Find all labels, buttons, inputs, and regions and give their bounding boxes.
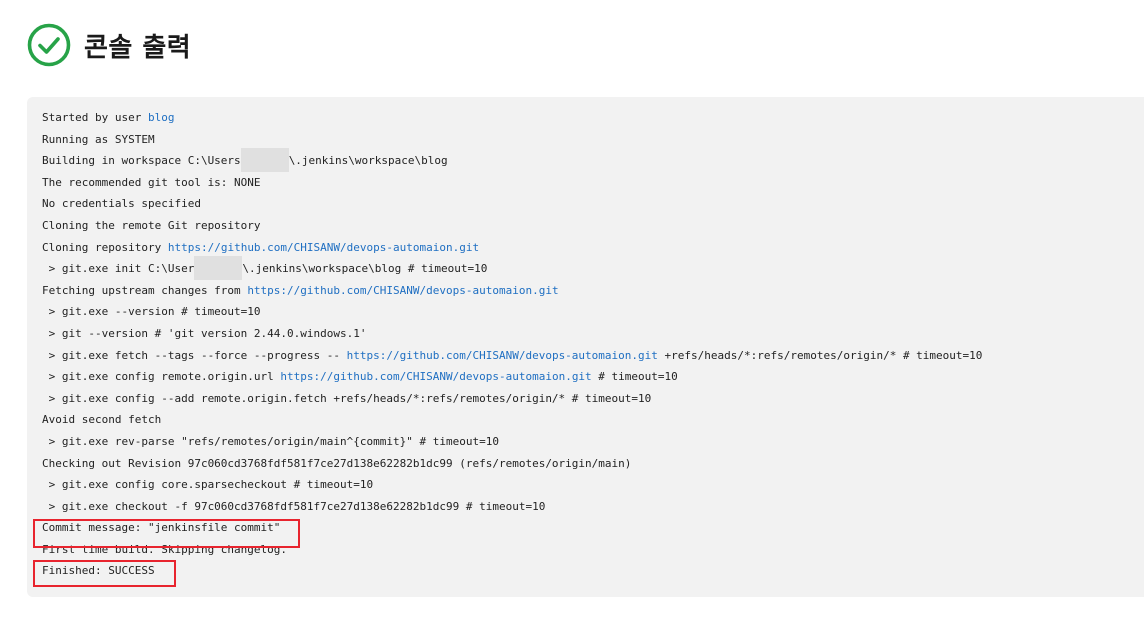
console-line: > git.exe fetch --tags --force --progres…: [42, 345, 1144, 367]
console-text: > git.exe fetch --tags --force --progres…: [42, 348, 347, 362]
check-circle-icon: [27, 23, 71, 67]
console-text: Cloning repository: [42, 240, 168, 254]
console-link[interactable]: https://github.com/CHISANW/devops-automa…: [247, 284, 558, 297]
console-text: No credentials specified: [42, 197, 201, 211]
console-text: > git --version # 'git version 2.44.0.wi…: [42, 326, 367, 340]
console-text: Finished: SUCCESS: [42, 564, 155, 578]
console-line: > git.exe rev-parse "refs/remotes/origin…: [42, 431, 1144, 453]
console-text: Fetching upstream changes from: [42, 283, 248, 297]
console-line: Checking out Revision 97c060cd3768fdf581…: [42, 453, 1144, 475]
console-text: # timeout=10: [591, 370, 678, 384]
redacted-block: [194, 255, 243, 280]
console-text: > git.exe checkout -f 97c060cd3768fdf581…: [42, 499, 546, 513]
console-line: The recommended git tool is: NONE: [42, 172, 1144, 194]
console-line: First time build. Skipping changelog.: [42, 539, 1144, 561]
page-title: 콘솔 출력: [84, 32, 192, 63]
console-link[interactable]: https://github.com/CHISANW/devops-automa…: [347, 349, 658, 362]
console-text: \.jenkins\workspace\blog # timeout=10: [242, 262, 488, 276]
console-line: Building in workspace C:\Users \.jenkins\…: [42, 147, 1144, 172]
console-text: First time build. Skipping changelog.: [42, 542, 288, 556]
console-text: Building in workspace C:\Users: [42, 154, 241, 168]
console-text: Avoid second fetch: [42, 413, 162, 427]
console-text: +refs/heads/*:refs/remotes/origin/* # ti…: [657, 348, 983, 362]
console-text: Checking out Revision 97c060cd3768fdf581…: [42, 456, 632, 470]
console-line: No credentials specified: [42, 193, 1144, 215]
console-text: > git.exe config core.sparsecheckout # t…: [42, 478, 374, 492]
console-link[interactable]: blog: [148, 111, 175, 124]
console-line: Finished: SUCCESS: [42, 560, 1144, 582]
console-text: > git.exe config remote.origin.url: [42, 370, 281, 384]
console-text: > git.exe rev-parse "refs/remotes/origin…: [42, 434, 499, 448]
console-line: Started by user blog: [42, 107, 1144, 129]
console-line: > git.exe init C:\User \.jenkins\workspac…: [42, 255, 1144, 280]
console-text: > git.exe config --add remote.origin.fet…: [42, 391, 652, 405]
console-text: Cloning the remote Git repository: [42, 218, 261, 232]
console-text: Running as SYSTEM: [42, 132, 155, 146]
console-text: > git.exe --version # timeout=10: [42, 305, 261, 319]
console-output-header: 콘솔 출력: [26, 21, 191, 69]
console-line: > git.exe config --add remote.origin.fet…: [42, 388, 1144, 410]
console-output: Started by user blog Running as SYSTEM Bui…: [27, 97, 1144, 597]
console-line: Cloning the remote Git repository: [42, 215, 1144, 237]
console-line: Fetching upstream changes from https://g…: [42, 280, 1144, 302]
console-text: Started by user: [42, 111, 148, 124]
console-text: Commit message: "jenkinsfile commit": [42, 521, 281, 535]
console-line: > git.exe checkout -f 97c060cd3768fdf581…: [42, 496, 1144, 518]
console-text: The recommended git tool is: NONE: [42, 175, 261, 189]
console-line: > git --version # 'git version 2.44.0.wi…: [42, 323, 1144, 345]
console-link[interactable]: https://github.com/CHISANW/devops-automa…: [168, 241, 479, 254]
console-line: > git.exe config remote.origin.url https…: [42, 366, 1144, 388]
redacted-block: [240, 147, 289, 172]
console-line: Commit message: "jenkinsfile commit": [42, 517, 1144, 539]
console-text: > git.exe init C:\User: [42, 262, 195, 276]
console-line: Avoid second fetch: [42, 409, 1144, 431]
console-line: > git.exe config core.sparsecheckout # t…: [42, 474, 1144, 496]
console-line: > git.exe --version # timeout=10: [42, 301, 1144, 323]
console-text: \.jenkins\workspace\blog: [288, 154, 448, 168]
console-link[interactable]: https://github.com/CHISANW/devops-automa…: [280, 370, 591, 383]
console-line: Running as SYSTEM: [42, 129, 1144, 151]
